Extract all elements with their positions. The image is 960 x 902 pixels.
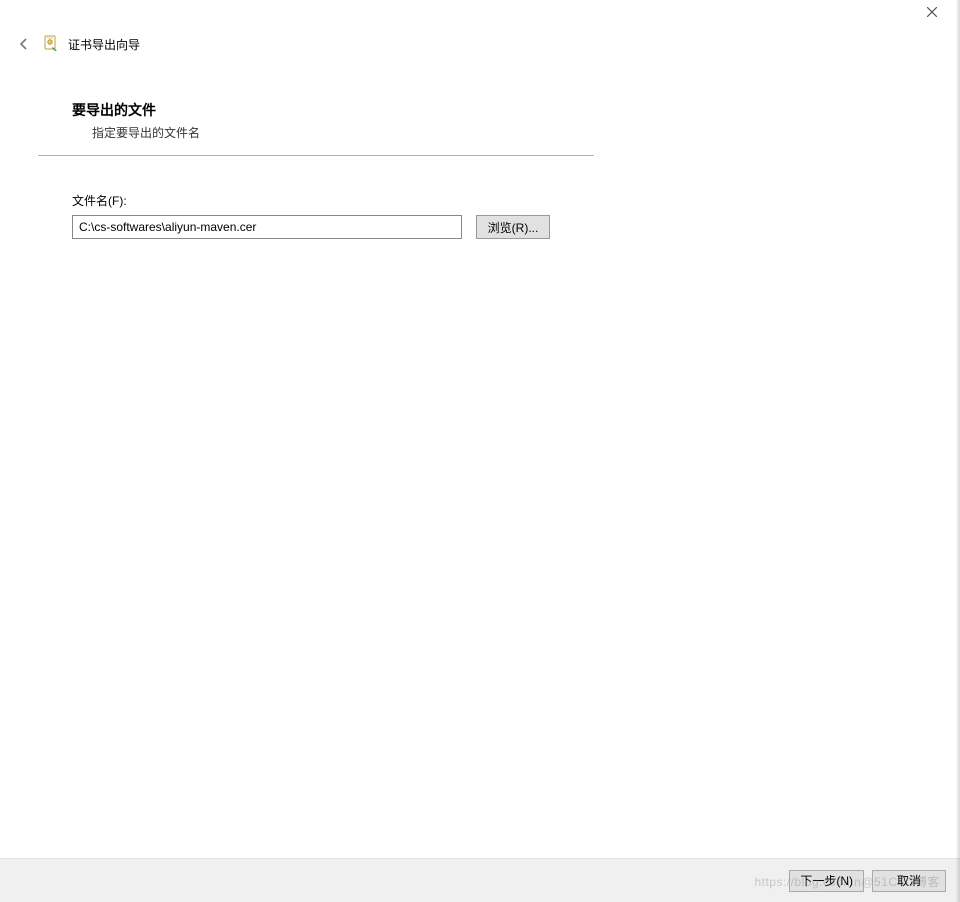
wizard-title: 证书导出向导 bbox=[68, 36, 140, 53]
content-area: 要导出的文件 指定要导出的文件名 文件名(F): 浏览(R)... bbox=[0, 60, 595, 239]
divider bbox=[38, 155, 594, 156]
section-subtitle: 指定要导出的文件名 bbox=[92, 124, 555, 141]
certificate-icon bbox=[42, 35, 60, 53]
right-edge-shadow bbox=[956, 0, 960, 902]
filename-input[interactable] bbox=[72, 215, 462, 239]
close-button[interactable] bbox=[912, 2, 952, 22]
filename-label: 文件名(F): bbox=[72, 192, 555, 209]
titlebar bbox=[0, 0, 960, 28]
next-button[interactable]: 下一步(N) bbox=[789, 870, 864, 892]
footer: 下一步(N) 取消 bbox=[0, 858, 960, 902]
close-icon bbox=[927, 7, 937, 17]
section-title: 要导出的文件 bbox=[72, 100, 555, 120]
arrow-left-icon bbox=[16, 36, 32, 52]
file-row: 浏览(R)... bbox=[72, 215, 555, 239]
back-button[interactable] bbox=[14, 34, 34, 54]
wizard-header: 证书导出向导 bbox=[0, 28, 960, 60]
browse-button[interactable]: 浏览(R)... bbox=[476, 215, 550, 239]
cancel-button[interactable]: 取消 bbox=[872, 870, 946, 892]
